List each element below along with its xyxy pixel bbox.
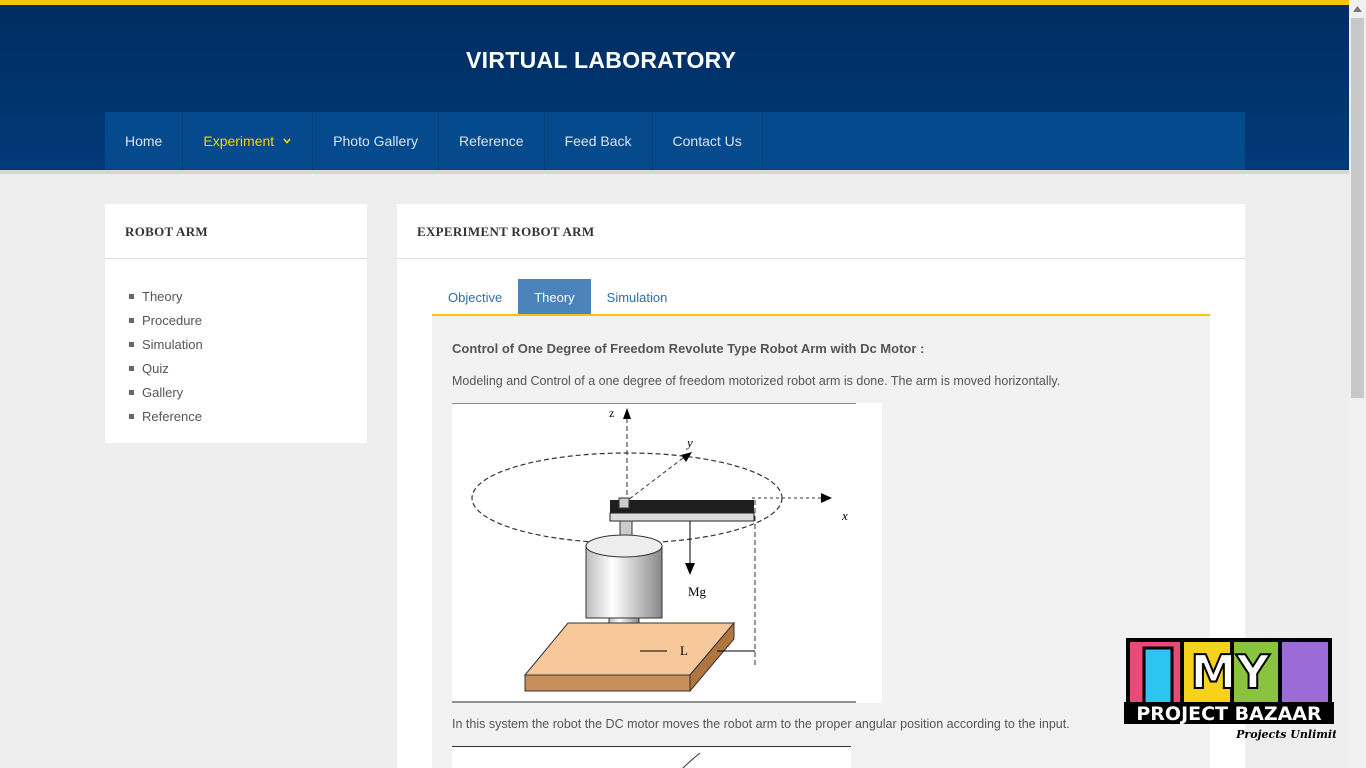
sidebar-item-label: Quiz bbox=[142, 360, 169, 376]
nav-photo-gallery[interactable]: Photo Gallery bbox=[313, 112, 439, 170]
sidebar-item-label: Gallery bbox=[142, 384, 184, 400]
bullet-icon bbox=[129, 317, 134, 323]
nav-reference[interactable]: Reference bbox=[439, 112, 545, 170]
bullet-icon bbox=[129, 341, 134, 347]
nav-home[interactable]: Home bbox=[105, 112, 184, 170]
project-bazaar-logo: MY PROJECT BAZAAR Projects Unlimited bbox=[1124, 634, 1352, 744]
sidebar-item-label: Procedure bbox=[142, 312, 202, 328]
header-shadow bbox=[0, 170, 1349, 174]
main-nav: Home Experiment Photo Gallery Reference … bbox=[105, 112, 1245, 170]
theory-paragraph-2: In this system the robot the DC motor mo… bbox=[452, 717, 1070, 731]
z-axis-label: z bbox=[609, 406, 614, 420]
y-axis-label: y bbox=[685, 435, 693, 450]
main-content-box: EXPERIMENT ROBOT ARM Objective Theory Si… bbox=[397, 204, 1245, 768]
main-title: EXPERIMENT ROBOT ARM bbox=[417, 224, 595, 239]
page-scrollbar[interactable] bbox=[1349, 0, 1366, 768]
sidebar-item-gallery[interactable]: Gallery bbox=[129, 380, 203, 404]
sidebar-item-reference[interactable]: Reference bbox=[129, 404, 203, 428]
theory-heading: Control of One Degree of Freedom Revolut… bbox=[452, 341, 925, 356]
site-title: VIRTUAL LABORATORY bbox=[466, 47, 737, 73]
nav-contact-us[interactable]: Contact Us bbox=[653, 112, 763, 170]
sidebar-item-label: Simulation bbox=[142, 336, 203, 352]
theory-panel: Control of One Degree of Freedom Revolut… bbox=[432, 316, 1210, 768]
sidebar-item-procedure[interactable]: Procedure bbox=[129, 308, 203, 332]
nav-experiment[interactable]: Experiment bbox=[183, 112, 314, 170]
sidebar-item-label: Reference bbox=[142, 408, 202, 424]
sidebar-box: ROBOT ARM Theory Procedure Simulation Qu… bbox=[105, 204, 367, 443]
sidebar-item-theory[interactable]: Theory bbox=[129, 284, 203, 308]
scroll-up-icon[interactable] bbox=[1349, 0, 1366, 17]
bullet-icon bbox=[129, 413, 134, 419]
mg-label: Mg bbox=[688, 584, 707, 599]
sidebar-item-quiz[interactable]: Quiz bbox=[129, 356, 203, 380]
x-axis-label: x bbox=[841, 508, 848, 523]
chevron-down-icon bbox=[283, 138, 291, 144]
nav-feedback[interactable]: Feed Back bbox=[545, 112, 653, 170]
tab-simulation[interactable]: Simulation bbox=[591, 279, 684, 315]
sidebar-title: ROBOT ARM bbox=[125, 224, 208, 239]
logo-tagline: Projects Unlimited bbox=[1235, 728, 1336, 741]
bullet-icon bbox=[129, 389, 134, 395]
sidebar-list: Theory Procedure Simulation Quiz Gallery… bbox=[129, 284, 203, 428]
tab-objective[interactable]: Objective bbox=[432, 279, 518, 315]
sidebar-item-label: Theory bbox=[142, 288, 183, 304]
sidebar-item-simulation[interactable]: Simulation bbox=[129, 332, 203, 356]
main-divider bbox=[397, 258, 1245, 259]
robot-arm-diagram: z y x Mg L bbox=[452, 402, 882, 703]
sidebar-divider bbox=[105, 258, 367, 259]
bullet-icon bbox=[129, 293, 134, 299]
second-diagram bbox=[452, 746, 851, 768]
tab-theory[interactable]: Theory bbox=[518, 279, 591, 315]
logo-my-text: MY bbox=[1190, 645, 1270, 699]
nav-experiment-label: Experiment bbox=[203, 133, 275, 149]
theory-paragraph: Modeling and Control of a one degree of … bbox=[452, 374, 1061, 388]
scrollbar-thumb[interactable] bbox=[1351, 18, 1364, 398]
bullet-icon bbox=[129, 365, 134, 371]
tab-bar: Objective Theory Simulation bbox=[432, 279, 683, 315]
length-label: L bbox=[680, 643, 688, 658]
logo-project-bazaar-text: PROJECT BAZAAR bbox=[1136, 703, 1322, 725]
